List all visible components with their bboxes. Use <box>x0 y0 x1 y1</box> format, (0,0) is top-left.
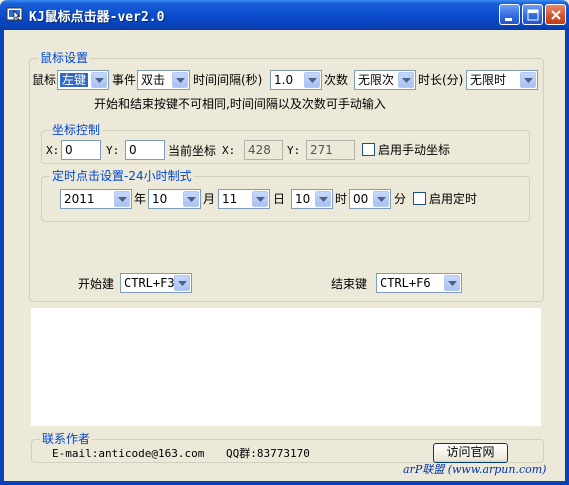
event-select[interactable]: 双击 <box>137 70 190 90</box>
current-coord-label: 当前坐标 <box>168 144 217 158</box>
coord-title: 坐标控制 <box>50 123 103 137</box>
minute-value: 00 <box>353 192 369 206</box>
chevron-down-icon[interactable] <box>315 191 331 207</box>
current-y-value: 271 <box>310 143 333 157</box>
month-label: 月 <box>203 192 216 206</box>
window-border-bottom <box>0 481 569 485</box>
hour-label: 时 <box>335 192 348 206</box>
event-label: 事件 <box>112 73 137 87</box>
interval-select[interactable]: 1.0 <box>270 70 322 90</box>
month-value: 10 <box>152 192 168 206</box>
current-y-field: 271 <box>306 140 355 160</box>
enable-timer-checkbox[interactable] <box>413 192 426 205</box>
start-key-value: CTRL+F3 <box>124 276 175 290</box>
month-select[interactable]: 10 <box>148 189 201 209</box>
qq-text: QQ群:83773170 <box>226 447 310 460</box>
chevron-down-icon[interactable] <box>183 191 199 207</box>
event-value: 双击 <box>141 73 166 87</box>
chevron-down-icon[interactable] <box>304 72 320 88</box>
current-x-label: X: <box>222 144 236 157</box>
window-border-left <box>0 30 4 485</box>
manual-coord-checkbox[interactable] <box>362 143 375 156</box>
year-select[interactable]: 2011 <box>60 189 132 209</box>
hour-select[interactable]: 10 <box>291 189 333 209</box>
start-key-label: 开始建 <box>78 277 115 291</box>
close-button[interactable] <box>545 4 566 25</box>
x-input-value: 0 <box>65 143 73 157</box>
end-key-select[interactable]: CTRL+F6 <box>376 273 462 293</box>
count-label: 次数 <box>324 73 349 87</box>
duration-label: 时长(分) <box>418 73 464 87</box>
interval-value: 1.0 <box>274 73 294 87</box>
end-key-label: 结束键 <box>331 277 368 291</box>
window-title: KJ鼠标点击器-ver2.0 <box>29 10 165 25</box>
chevron-down-icon[interactable] <box>520 72 536 88</box>
chevron-down-icon[interactable] <box>252 191 268 207</box>
duration-value: 无限时 <box>470 73 507 87</box>
chevron-down-icon[interactable] <box>91 72 107 88</box>
count-value: 无限次 <box>358 73 395 87</box>
count-select[interactable]: 无限次 <box>354 70 416 90</box>
mouse-settings-title: 鼠标设置 <box>38 51 91 65</box>
current-x-field: 428 <box>244 140 283 160</box>
chevron-down-icon[interactable] <box>398 72 414 88</box>
chevron-down-icon[interactable] <box>114 191 130 207</box>
timer-title: 定时点击设置-24小时制式 <box>50 169 194 183</box>
current-x-value: 428 <box>248 143 271 157</box>
interval-label: 时间间隔(秒) <box>193 73 263 87</box>
chevron-down-icon[interactable] <box>172 72 188 88</box>
title-bar[interactable]: KJ鼠标点击器-ver2.0 <box>0 0 569 30</box>
app-window: KJ鼠标点击器-ver2.0 鼠标设置 鼠标 左键 事件 双击 时间间隔(秒) … <box>0 0 569 485</box>
x-input[interactable]: 0 <box>61 140 101 160</box>
minimize-button[interactable] <box>499 4 520 25</box>
email-text: E-mail:anticode@163.com <box>52 447 205 460</box>
visit-website-button[interactable]: 访问官网 <box>433 443 508 463</box>
log-output-area[interactable] <box>31 308 541 426</box>
year-value: 2011 <box>64 192 95 206</box>
chevron-down-icon[interactable] <box>373 191 389 207</box>
chevron-down-icon[interactable] <box>174 275 190 291</box>
day-value: 11 <box>222 192 238 206</box>
day-label: 日 <box>273 192 286 206</box>
mouse-label: 鼠标 <box>32 73 57 87</box>
maximize-button[interactable] <box>522 4 543 25</box>
hour-value: 10 <box>295 192 311 206</box>
day-select[interactable]: 11 <box>218 189 270 209</box>
watermark-text: arP联盟 (www.arpun.com) <box>403 463 547 476</box>
minute-label: 分 <box>394 192 407 206</box>
app-icon <box>6 6 23 23</box>
end-key-value: CTRL+F6 <box>380 276 431 290</box>
duration-select[interactable]: 无限时 <box>466 70 538 90</box>
y-input-value: 0 <box>129 143 137 157</box>
manual-coord-label[interactable]: 启用手动坐标 <box>378 143 450 157</box>
minute-select[interactable]: 00 <box>349 189 391 209</box>
mouse-button-select[interactable]: 左键 <box>57 70 109 90</box>
window-border-right <box>565 30 569 485</box>
x-label: X: <box>46 144 60 157</box>
start-key-select[interactable]: CTRL+F3 <box>120 273 192 293</box>
y-input[interactable]: 0 <box>125 140 165 160</box>
contact-title: 联系作者 <box>40 432 93 446</box>
year-label: 年 <box>134 192 147 206</box>
hint-text: 开始和结束按键不可相同,时间间隔以及次数可手动输入 <box>94 97 386 111</box>
enable-timer-label[interactable]: 启用定时 <box>429 192 477 206</box>
chevron-down-icon[interactable] <box>444 275 460 291</box>
current-y-label: Y: <box>287 144 301 157</box>
mouse-button-value: 左键 <box>60 73 89 87</box>
y-label: Y: <box>106 144 120 157</box>
